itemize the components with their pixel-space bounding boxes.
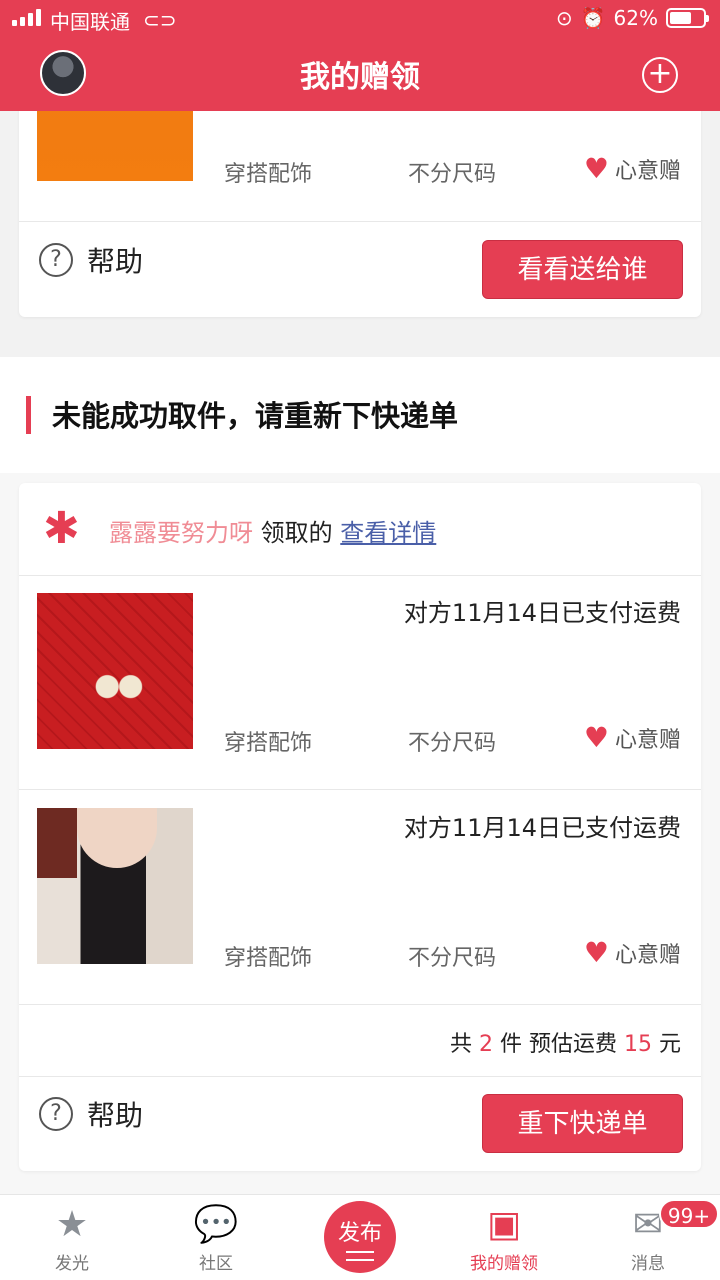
alarm-icon: ⏰ [580,6,606,30]
heart-icon: ♥ [583,936,609,969]
content-scroll[interactable]: 穿搭配饰 不分尺码 ♥ 心意赠 ? 帮助 看看送给谁 未能成功取件，请重新下快递… [0,111,720,1194]
add-button[interactable]: + [642,57,678,93]
publish-icon [346,1251,374,1261]
tab-bar: ★ 发光 💬 社区 发布 ▣ 我的赠领 ✉ 消息 99+ [0,1194,720,1280]
heart-icon: ♥ [583,152,609,185]
shipping-status: 对方11月14日已支付运费 [403,599,681,627]
shipping-fee: 15 [623,1032,652,1057]
divider [19,789,701,790]
item-category: 穿搭配饰 [224,162,313,187]
help-label: 帮助 [87,1099,144,1132]
gift-type: ♥ 心意赠 [584,722,681,754]
app-header: 中国联通 ⊂⊃ ⊙ ⏰ 62% 我的赠领 + [0,0,720,111]
item-image[interactable] [37,111,193,181]
currency: 元 [658,1032,681,1057]
battery-percent: 62% [613,6,658,30]
star-icon: ★ [55,1204,89,1245]
view-details-link[interactable]: 查看详情 [340,519,436,547]
publish-label: 发布 [337,1221,382,1246]
carrier-name: 中国联通 [50,10,130,34]
question-icon: ? [39,243,73,277]
divider [19,575,701,576]
order-summary: 共 2 件 预估运费 15 元 [450,1026,681,1058]
item-size: 不分尺码 [408,946,497,971]
claimed-label: 领取的 [260,519,333,547]
order-card: ✱ 露露要努力呀 领取的 查看详情 对方11月14日已支付运费 穿搭配饰 不分尺… [19,483,701,1171]
signal-icon [12,9,41,26]
shipping-status: 对方11月14日已支付运费 [403,814,681,842]
section-header: 未能成功取件，请重新下快递单 [0,357,720,473]
summary-prefix: 共 [449,1032,472,1057]
item-category: 穿搭配饰 [224,946,313,971]
publish-button[interactable]: 发布 [324,1201,396,1273]
reorder-courier-button[interactable]: 重下快递单 [482,1094,683,1153]
claimer-name[interactable]: 露露要努力呀 [109,519,253,547]
section-accent-bar [26,396,31,434]
see-who-to-gift-button[interactable]: 看看送给谁 [482,240,683,299]
status-bar: 中国联通 ⊂⊃ ⊙ ⏰ 62% [0,0,720,36]
tab-label: 社区 [199,1254,233,1274]
message-badge: 99+ [659,1199,719,1229]
gift-type-label: 心意赠 [614,159,681,184]
tab-label: 发光 [55,1254,89,1274]
tab-community[interactable]: 💬 社区 [144,1195,288,1280]
claim-row: ✱ 露露要努力呀 领取的 查看详情 [19,483,701,575]
divider [19,1076,701,1077]
tab-label: 我的赠领 [470,1254,538,1274]
item-category: 穿搭配饰 [224,731,313,756]
gift-type: ♥ 心意赠 [584,153,681,185]
gift-card: 穿搭配饰 不分尺码 ♥ 心意赠 ? 帮助 看看送给谁 [19,111,701,317]
gift-type-label: 心意赠 [614,943,681,968]
question-icon: ? [39,1097,73,1131]
tab-label: 消息 [631,1254,665,1274]
item-size: 不分尺码 [408,162,497,187]
summary-unit: 件 预估运费 [499,1032,617,1057]
heart-icon: ♥ [583,721,609,754]
chat-bubble-icon: 💬 [193,1204,239,1245]
section-title: 未能成功取件，请重新下快递单 [52,399,459,433]
help-link[interactable]: ? 帮助 [39,1094,143,1134]
section-gap [0,337,720,357]
claim-text: 露露要努力呀 领取的 查看详情 [109,513,436,548]
flower-icon: ✱ [43,503,80,554]
page-title: 我的赠领 [300,60,420,95]
help-link[interactable]: ? 帮助 [39,240,143,280]
item-image[interactable] [37,593,193,749]
status-right: ⊙ ⏰ 62% [555,6,709,30]
gift-box-icon: ▣ [486,1204,521,1245]
gift-type-label: 心意赠 [614,728,681,753]
tab-my-gifts[interactable]: ▣ 我的赠领 [432,1195,576,1280]
divider [19,1004,701,1005]
item-count: 2 [478,1032,493,1057]
battery-icon [666,8,709,28]
item-image[interactable] [37,808,193,964]
help-label: 帮助 [87,245,144,278]
link-icon: ⊂⊃ [143,8,177,32]
item-size: 不分尺码 [408,731,497,756]
plus-icon: + [647,56,673,91]
gift-type: ♥ 心意赠 [584,937,681,969]
divider [19,221,701,222]
rotation-lock-icon: ⊙ [555,6,573,30]
tab-shine[interactable]: ★ 发光 [0,1195,144,1280]
